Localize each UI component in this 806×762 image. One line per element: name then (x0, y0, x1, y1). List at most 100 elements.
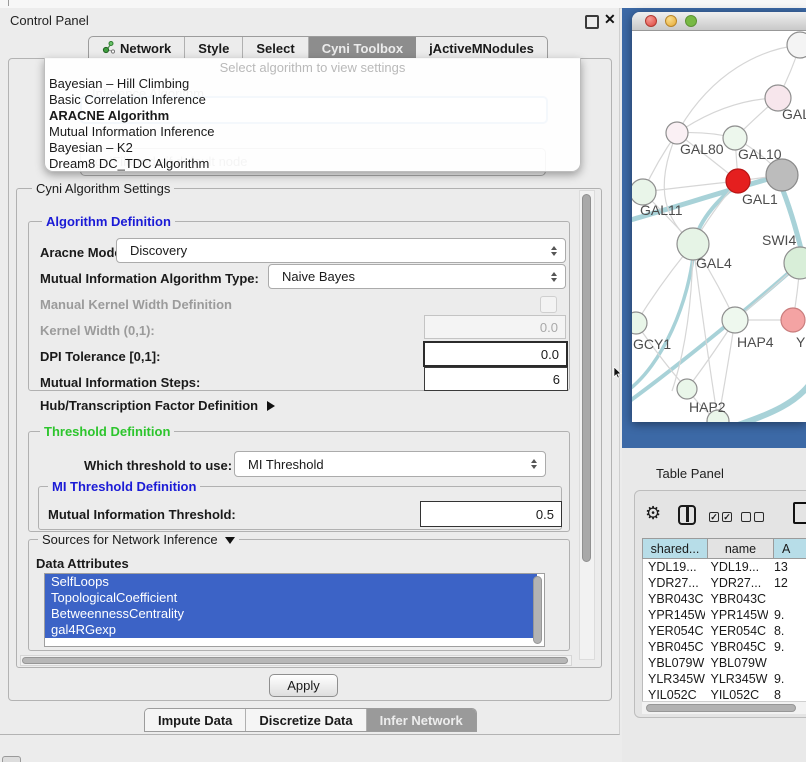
table-row[interactable]: YPR145WYPR145W9. (643, 607, 806, 623)
tab-infer-network[interactable]: Infer Network (367, 709, 476, 731)
which-threshold-combo[interactable]: MI Threshold (234, 451, 546, 477)
which-threshold-label: Which threshold to use: (84, 458, 232, 473)
tab-style[interactable]: Style (185, 37, 243, 59)
apply-button[interactable]: Apply (269, 674, 338, 697)
expander-down-icon (225, 537, 235, 544)
tab-label: Network (120, 41, 171, 56)
list-item[interactable]: SelfLoops (45, 574, 537, 590)
node-unlabeled (787, 32, 806, 58)
node-pink (781, 308, 805, 332)
hub-label: Hub/Transcription Factor Definition (40, 398, 258, 413)
settings-scrollbar-thumb[interactable] (582, 194, 591, 562)
mac-close-button[interactable] (645, 15, 657, 27)
table-row[interactable]: YIL052CYIL052C8 (643, 687, 806, 701)
node-label-y: Y (796, 334, 806, 350)
close-icon[interactable]: ✕ (604, 11, 616, 28)
tab-label: Infer Network (380, 713, 463, 728)
table-row[interactable]: YDL19...YDL19...13 (643, 559, 806, 575)
dpi-tolerance-field[interactable]: 0.0 (423, 341, 568, 367)
mi-type-combo[interactable]: Naive Bayes (268, 264, 566, 289)
node-label-gal11: GAL11 (640, 202, 683, 218)
manual-kernel-checkbox[interactable] (540, 296, 557, 313)
algorithm-definition-title: Algorithm Definition (42, 214, 175, 229)
aracne-mode-combo[interactable]: Discovery (116, 238, 566, 263)
table-body: YDL19...YDL19...13 YDR27...YDR27...12 YB… (642, 559, 806, 701)
screenshot-root: Control Panel ✕ Network Style (0, 0, 806, 762)
data-attributes-list: SelfLoops TopologicalCoefficient Between… (44, 573, 545, 647)
deselect-all-icon-2[interactable] (754, 512, 764, 522)
dropdown-item[interactable]: Bayesian – K2 (45, 140, 580, 156)
spinner-arrows-icon (551, 272, 557, 282)
table-row[interactable]: YER054CYER054C8. (643, 623, 806, 639)
node-gray (766, 159, 798, 191)
hub-expander[interactable]: Hub/Transcription Factor Definition (40, 398, 275, 413)
mac-minimize-button[interactable] (665, 15, 677, 27)
spinner-arrows-icon (551, 246, 557, 256)
node-label-gal10: GAL10 (738, 146, 782, 162)
cyni-settings-title: Cyni Algorithm Settings (32, 181, 174, 196)
tab-cyni-toolbox[interactable]: Cyni Toolbox (309, 37, 416, 59)
network-window-titlebar[interactable] (632, 12, 806, 31)
table-row[interactable]: YBR045CYBR045C9. (643, 639, 806, 655)
aracne-mode-label: Aracne Mode: (40, 245, 126, 260)
dropdown-item[interactable]: Basic Correlation Inference (45, 92, 580, 108)
dpi-tolerance-label: DPI Tolerance [0,1]: (40, 349, 160, 364)
mit-label: Mutual Information Threshold: (48, 507, 236, 522)
table-row[interactable]: YBL079WYBL079W (643, 655, 806, 671)
node-label-hap2: HAP2 (689, 399, 726, 415)
control-panel-tabbar: Network Style Select Cyni Toolbox jActiv… (88, 36, 548, 60)
node-gcy1 (632, 312, 647, 334)
gear-icon[interactable]: ⚙ (645, 503, 661, 524)
list-vertical-scrollbar[interactable] (533, 576, 542, 644)
table-header: shared... name A (642, 538, 806, 559)
dropdown-item[interactable]: Mutual Information Inference (45, 124, 580, 140)
dropdown-item-selected[interactable]: ARACNE Algorithm (45, 108, 580, 124)
mi-steps-label: Mutual Information Steps: (40, 375, 200, 390)
sources-title: Sources for Network Inference (42, 532, 218, 547)
partial-button[interactable] (2, 756, 21, 762)
float-icon[interactable] (585, 15, 599, 29)
kernel-width-field[interactable]: 0.0 (424, 315, 566, 339)
mi-steps-field[interactable]: 6 (424, 367, 568, 391)
list-item[interactable]: gal4RGexp (45, 622, 537, 638)
tab-jactivemnodules[interactable]: jActiveMNodules (416, 37, 547, 59)
list-item[interactable]: TopologicalCoefficient (45, 590, 537, 606)
settings-hscrollbar-thumb[interactable] (22, 657, 568, 664)
split-view-icon[interactable] (678, 505, 696, 525)
table-row[interactable]: YLR345WYLR345W9. (643, 671, 806, 687)
node-label-gal1: GAL1 (742, 191, 778, 207)
column-header-name[interactable]: name (708, 538, 774, 559)
node-label-hap4: HAP4 (737, 334, 774, 350)
dropdown-item[interactable]: Dream8 DC_TDC Algorithm (45, 156, 580, 172)
tab-network[interactable]: Network (89, 37, 185, 59)
deselect-all-icon[interactable] (741, 512, 751, 522)
select-all-icon-2[interactable]: ✓ (722, 512, 732, 522)
column-header-shared[interactable]: shared... (642, 538, 708, 559)
table-hscrollbar-thumb[interactable] (646, 704, 796, 712)
network-icon (102, 40, 115, 57)
table-row[interactable]: YDR27...YDR27...12 (643, 575, 806, 591)
node-label-gcy1: GCY1 (633, 336, 671, 352)
sources-collapse-toggle[interactable]: Sources for Network Inference (38, 532, 239, 547)
table-panel-title: Table Panel (656, 466, 724, 481)
combo-value: Naive Bayes (282, 269, 355, 284)
column-header-clipped[interactable]: A (774, 538, 806, 559)
tab-label: Select (256, 41, 294, 56)
mac-zoom-button[interactable] (685, 15, 697, 27)
select-all-icon[interactable]: ✓ (709, 512, 719, 522)
combo-value: Discovery (130, 243, 187, 258)
tab-impute-data[interactable]: Impute Data (145, 709, 246, 731)
network-canvas[interactable]: GAL GAL80 GAL10 GAL1 GAL11 SWI4 GAL4 GCY… (632, 31, 806, 422)
panel-title: Control Panel (10, 13, 89, 28)
tab-discretize-data[interactable]: Discretize Data (246, 709, 366, 731)
combo-value: MI Threshold (248, 457, 324, 472)
document-icon[interactable] (793, 502, 806, 524)
split-divider (686, 507, 689, 522)
mit-field[interactable]: 0.5 (420, 501, 562, 527)
list-item[interactable]: BetweennessCentrality (45, 606, 537, 622)
tab-label: jActiveMNodules (429, 41, 534, 56)
table-row[interactable]: YBR043CYBR043C (643, 591, 806, 607)
tab-select[interactable]: Select (243, 37, 308, 59)
mi-type-label: Mutual Information Algorithm Type: (40, 271, 259, 286)
dropdown-item[interactable]: Bayesian – Hill Climbing (45, 76, 580, 92)
